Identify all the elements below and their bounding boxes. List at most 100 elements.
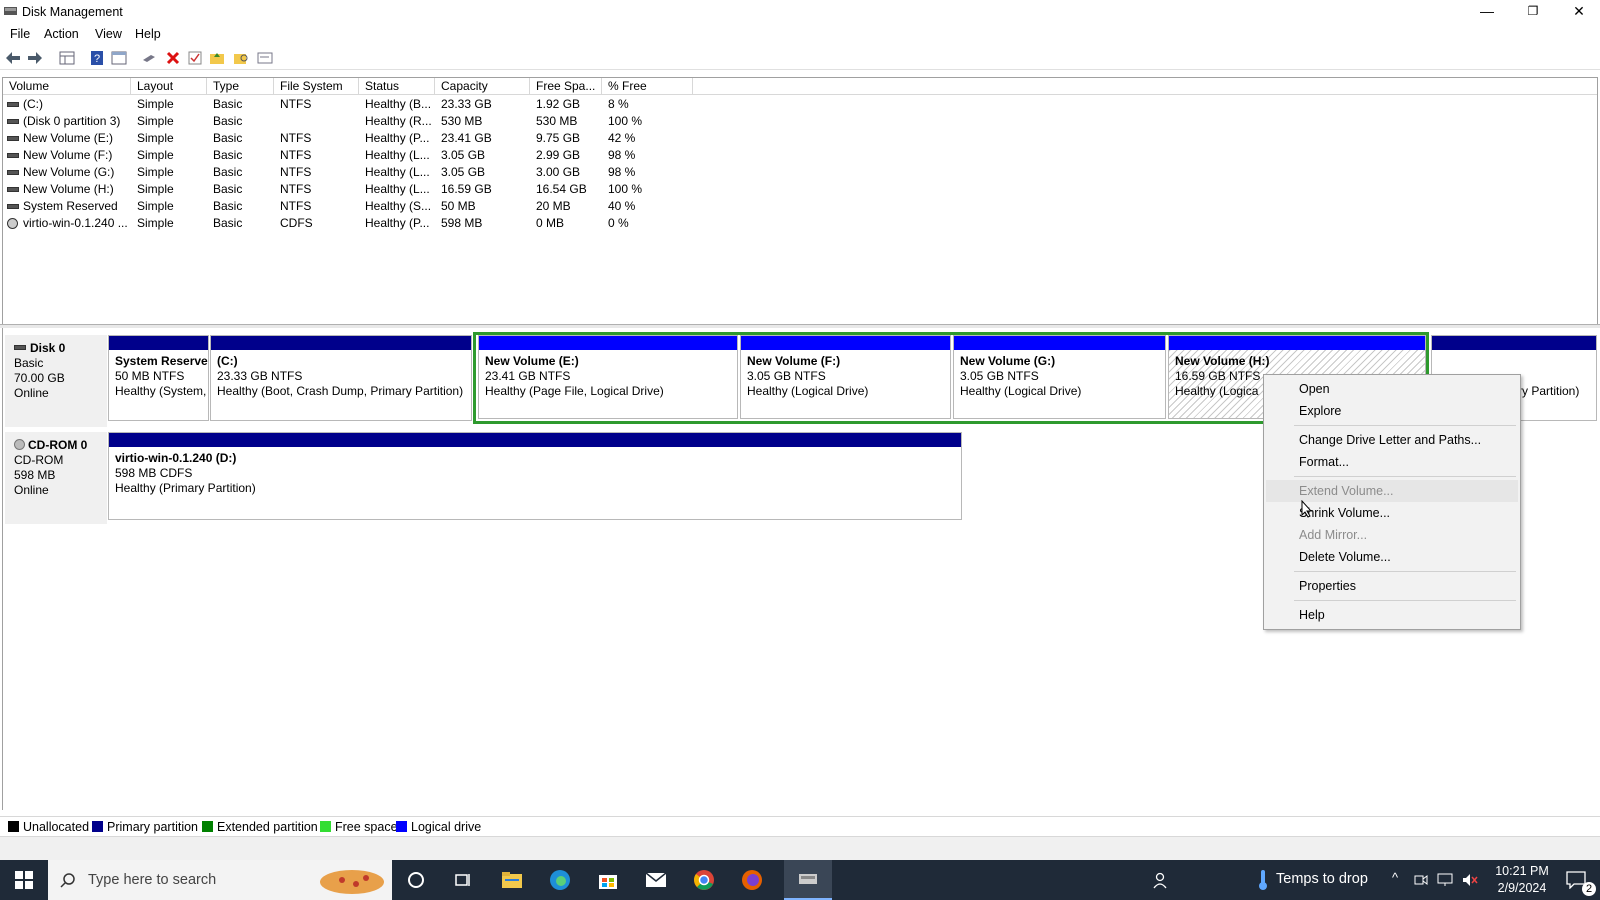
clock-date[interactable]: 2/9/2024 [1492, 881, 1552, 895]
toolbar: ? [0, 46, 1600, 70]
menu-item-format[interactable]: Format... [1266, 451, 1518, 473]
thermometer-icon[interactable] [1256, 869, 1270, 891]
legend-swatch [320, 821, 331, 832]
table-row[interactable]: New Volume (H:) Simple Basic NTFS Healthy (L… [3, 181, 1597, 198]
table-row[interactable]: New Volume (E:) Simple Basic NTFS Healthy (P… [3, 130, 1597, 147]
column-free-space[interactable]: Free Spa... [530, 78, 602, 95]
check-icon[interactable] [186, 49, 204, 67]
column-volume[interactable]: Volume [3, 78, 131, 95]
volume-icon [7, 153, 19, 158]
search-folder-icon[interactable] [232, 49, 250, 67]
column-percent-free[interactable]: % Free [602, 78, 693, 95]
edge-browser-icon[interactable] [536, 860, 584, 900]
people-icon[interactable] [1138, 860, 1186, 900]
volume-muted-icon[interactable] [1462, 873, 1478, 887]
disk-management-taskbar-icon[interactable] [784, 860, 832, 900]
table-cell: Healthy (P... [365, 216, 430, 230]
table-row[interactable]: System Reserved Simple Basic NTFS Healthy (S… [3, 198, 1597, 215]
table-row[interactable]: (Disk 0 partition 3) Simple Basic Healthy (… [3, 113, 1597, 130]
network-icon[interactable] [1437, 873, 1453, 887]
mail-icon[interactable] [632, 860, 680, 900]
disk-0-name: Disk 0 [30, 341, 66, 355]
volume-list: Volume Layout Type File System Status Ca… [2, 77, 1598, 324]
partition-e[interactable]: New Volume (E:) 23.41 GB NTFS Healthy (Pag… [478, 335, 738, 419]
menu-item-change-drive-letter[interactable]: Change Drive Letter and Paths... [1266, 429, 1518, 451]
clock-time[interactable]: 10:21 PM [1492, 864, 1552, 878]
help-icon[interactable]: ? [88, 49, 106, 67]
windows-logo-icon [15, 871, 33, 889]
legend-free-space: Free space [320, 820, 398, 834]
table-cell: 3.05 GB [441, 165, 486, 179]
table-cell [280, 113, 360, 130]
file-explorer-icon[interactable] [488, 860, 536, 900]
table-cell: New Volume (G:) [23, 165, 115, 179]
connect-icon[interactable] [140, 49, 158, 67]
column-status[interactable]: Status [359, 78, 435, 95]
menu-item-help[interactable]: Help [1266, 604, 1518, 626]
firefox-icon[interactable] [728, 860, 776, 900]
column-capacity[interactable]: Capacity [435, 78, 530, 95]
back-icon[interactable] [4, 49, 22, 67]
taskbar-search-box[interactable]: Type here to search [48, 860, 392, 900]
menu-help[interactable]: Help [135, 27, 161, 41]
folder-up-icon[interactable] [208, 49, 226, 67]
minimize-button[interactable]: — [1464, 0, 1510, 24]
partition-c[interactable]: (C:) 23.33 GB NTFS Healthy (Boot, Crash Du… [210, 335, 472, 421]
table-cell: 20 MB [536, 199, 571, 213]
table-row[interactable]: (C:) Simple Basic NTFS Healthy (B... 23.33 GB… [3, 96, 1597, 113]
partition-system-reserved[interactable]: System Reserve 50 MB NTFS Healthy (System, [108, 335, 209, 421]
table-cell: 0 MB [536, 216, 565, 230]
disk-0-info[interactable]: Disk 0 Basic 70.00 GB Online [5, 335, 107, 427]
task-view-icon[interactable] [440, 860, 488, 900]
partition-size: 3.05 GB NTFS [960, 369, 1039, 383]
start-button[interactable] [0, 860, 48, 900]
microsoft-store-icon[interactable] [584, 860, 632, 900]
delete-icon[interactable] [164, 49, 182, 67]
weather-text[interactable]: Temps to drop [1276, 871, 1368, 887]
meet-now-icon[interactable] [1414, 873, 1428, 887]
table-cell: Healthy (R... [365, 114, 432, 128]
cortana-icon[interactable] [392, 860, 440, 900]
partition-f[interactable]: New Volume (F:) 3.05 GB NTFS Healthy (Logi… [740, 335, 951, 419]
volume-icon [7, 102, 19, 107]
disk-0-type: Basic [14, 356, 44, 370]
table-row[interactable]: virtio-win-0.1.240 ... Simple Basic CDFS Hea… [3, 215, 1597, 232]
table-cell: 3.05 GB [441, 148, 486, 162]
close-button[interactable]: ✕ [1556, 0, 1600, 24]
title-bar: Disk Management — ❐ ✕ [0, 0, 1600, 24]
forward-icon[interactable] [26, 49, 44, 67]
table-cell: Simple [137, 199, 174, 213]
menu-view[interactable]: View [95, 27, 122, 41]
table-row[interactable]: New Volume (G:) Simple Basic NTFS Healthy (L… [3, 164, 1597, 181]
notification-count-badge: 2 [1582, 882, 1596, 896]
column-type[interactable]: Type [207, 78, 274, 95]
notification-center-icon[interactable]: 2 [1552, 860, 1600, 900]
table-cell: 530 MB [441, 114, 483, 128]
settings-panel-icon[interactable] [256, 49, 274, 67]
cdrom-0-name: CD-ROM 0 [28, 438, 88, 452]
menu-action[interactable]: Action [44, 27, 79, 41]
menu-file[interactable]: File [10, 27, 30, 41]
legend-swatch [396, 821, 407, 832]
table-row[interactable]: New Volume (F:) Simple Basic NTFS Healthy (L… [3, 147, 1597, 164]
partition-g[interactable]: New Volume (G:) 3.05 GB NTFS Healthy (Logi… [953, 335, 1166, 419]
partition-status: Healthy (System, [115, 384, 207, 398]
window-title: Disk Management [22, 5, 123, 19]
menu-item-delete-volume[interactable]: Delete Volume... [1266, 546, 1518, 568]
cdrom-0-info[interactable]: CD-ROM 0 CD-ROM 598 MB Online [5, 432, 107, 524]
table-cell: CDFS [280, 216, 313, 230]
partition-d[interactable]: virtio-win-0.1.240 (D:) 598 MB CDFS Health… [108, 432, 962, 520]
console-icon[interactable] [110, 49, 128, 67]
menu-item-properties[interactable]: Properties [1266, 575, 1518, 597]
partition-name: New Volume (G:) [960, 354, 1056, 368]
menu-item-open[interactable]: Open [1266, 378, 1518, 400]
menu-item-explore[interactable]: Explore [1266, 400, 1518, 422]
column-file-system[interactable]: File System [274, 78, 359, 95]
chrome-icon[interactable] [680, 860, 728, 900]
table-cell: 23.33 GB [441, 97, 492, 111]
column-layout[interactable]: Layout [131, 78, 207, 95]
volume-icon [7, 204, 19, 209]
restore-button[interactable]: ❐ [1510, 0, 1556, 24]
show-hidden-icons-chevron-icon[interactable]: ^ [1392, 870, 1398, 885]
properties-grid-icon[interactable] [58, 49, 76, 67]
